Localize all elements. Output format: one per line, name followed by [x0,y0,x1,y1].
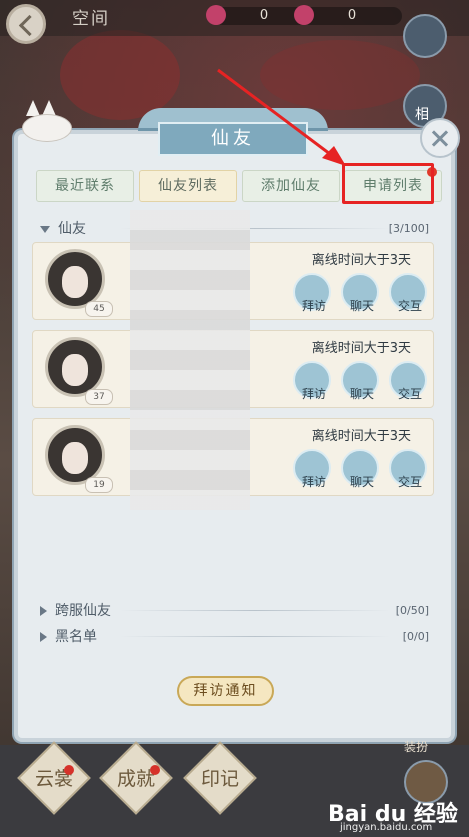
chat-button[interactable]: 聊天 [341,449,379,489]
visit-button[interactable]: 拜访 [293,273,331,313]
divider [120,636,390,637]
interact-button[interactable]: 交互 [389,449,427,489]
offline-status: 离线时间大于3天 [311,429,411,444]
cross-server-count: [0/50] [395,604,429,617]
notification-dot [150,765,160,775]
dress-up-label[interactable]: 装扮 [404,738,428,755]
level-badge: 37 [85,389,113,405]
menu-item-label[interactable]: 云裳 [24,764,84,791]
section-cross-server-friends[interactable]: 跨服仙友 [40,600,111,620]
redacted-names-mosaic [130,210,250,510]
section-friends[interactable]: 仙友 [40,218,86,238]
section-blacklist[interactable]: 黑名单 [40,626,97,646]
offline-status: 离线时间大于3天 [311,341,411,356]
menu-item-label[interactable]: 印记 [190,764,250,791]
caret-right-icon [40,606,47,616]
watermark-url: jingyan.baidu.com [340,822,433,833]
interact-button[interactable]: 交互 [389,361,427,401]
offline-status: 离线时间大于3天 [311,253,411,268]
avatar[interactable] [45,249,105,309]
chat-button[interactable]: 聊天 [341,361,379,401]
caret-right-icon [40,632,47,642]
visit-button[interactable]: 拜访 [293,361,331,401]
visit-notice-button[interactable]: 拜访通知 [177,676,274,706]
avatar[interactable] [45,425,105,485]
visit-button[interactable]: 拜访 [293,449,331,489]
blacklist-count: [0/0] [402,630,429,643]
level-badge: 45 [85,301,113,317]
notification-dot [64,765,74,775]
chat-button[interactable]: 聊天 [341,273,379,313]
caret-down-icon [40,225,50,233]
divider [120,610,390,611]
level-badge: 19 [85,477,113,493]
avatar[interactable] [45,337,105,397]
friends-count: [3/100] [388,222,429,235]
interact-button[interactable]: 交互 [389,273,427,313]
